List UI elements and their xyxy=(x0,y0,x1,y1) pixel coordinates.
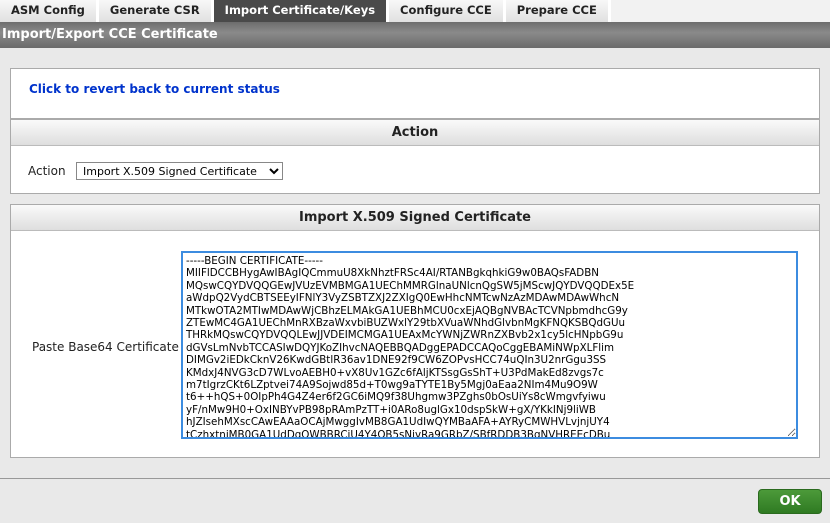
revert-panel: Click to revert back to current status xyxy=(10,68,820,119)
import-panel: Import X.509 Signed Certificate Paste Ba… xyxy=(10,204,820,458)
tab-generate-csr[interactable]: Generate CSR xyxy=(98,0,214,22)
tab-import-certificate-keys[interactable]: Import Certificate/Keys xyxy=(213,0,390,22)
revert-link[interactable]: Click to revert back to current status xyxy=(29,82,280,96)
action-label: Action xyxy=(28,164,66,178)
action-select[interactable]: Import X.509 Signed Certificate xyxy=(76,162,283,180)
tab-bar: ASM Config Generate CSR Import Certifica… xyxy=(0,0,830,22)
certificate-textarea[interactable]: -----BEGIN CERTIFICATE----- MIIFlDCCBHyg… xyxy=(181,251,798,439)
action-panel: Action Action Import X.509 Signed Certif… xyxy=(10,119,820,194)
import-panel-title: Import X.509 Signed Certificate xyxy=(11,205,819,231)
tab-asm-config[interactable]: ASM Config xyxy=(0,0,99,22)
tab-prepare-cce[interactable]: Prepare CCE xyxy=(505,0,611,22)
ok-button[interactable]: OK xyxy=(758,489,822,514)
divider xyxy=(0,478,830,479)
certificate-label: Paste Base64 Certificate xyxy=(32,340,179,354)
tab-configure-cce[interactable]: Configure CCE xyxy=(389,0,506,22)
action-panel-title: Action xyxy=(11,120,819,146)
page-title: Import/Export CCE Certificate xyxy=(0,22,830,48)
